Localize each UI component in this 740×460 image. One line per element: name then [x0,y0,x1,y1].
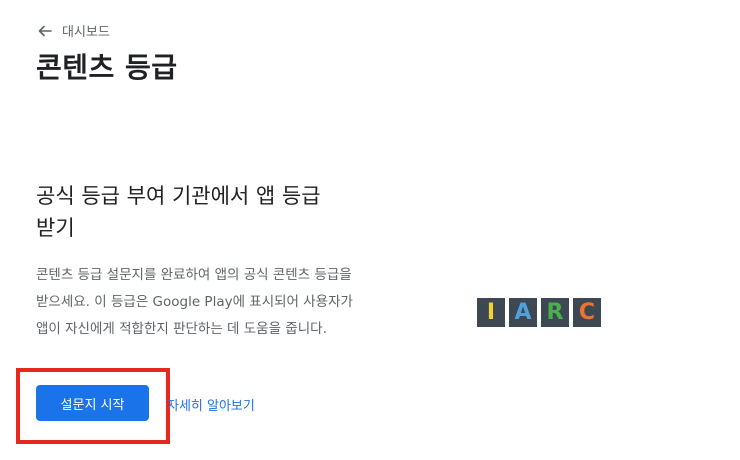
section-description: 콘텐츠 등급 설문지를 완료하여 앱의 공식 콘텐츠 등급을 받으세요. 이 등… [36,267,353,337]
iarc-letter-a: A [509,298,537,327]
breadcrumb-label: 대시보드 [62,25,110,40]
iarc-letter-c: C [573,298,601,327]
learn-more-link[interactable]: 자세히 알아보기 [167,395,255,414]
breadcrumb-back-to-dashboard[interactable]: 대시보드 [38,21,110,40]
start-questionnaire-button[interactable]: 설문지 시작 [36,385,149,421]
iarc-logo: IARC [477,298,601,327]
page-title: 콘텐츠 등급 [36,51,178,84]
section-heading: 공식 등급 부여 기관에서 앱 등급 받기 [36,184,321,240]
iarc-letter-i: I [477,298,505,327]
arrow-left-icon [38,25,52,37]
iarc-letter-r: R [541,298,569,327]
content-rating-page: 대시보드 콘텐츠 등급 공식 등급 부여 기관에서 앱 등급 받기 콘텐츠 등급… [0,0,740,460]
